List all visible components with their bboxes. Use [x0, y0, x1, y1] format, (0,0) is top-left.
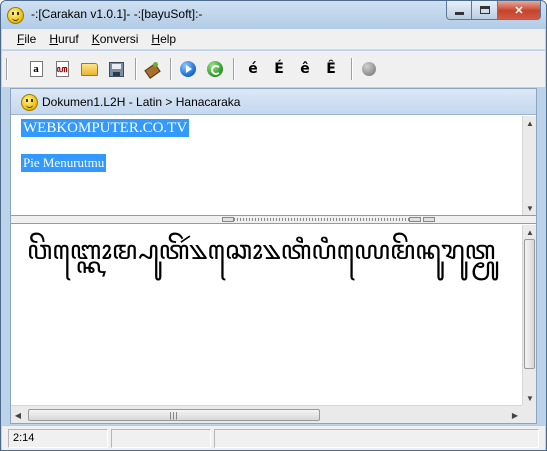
close-icon: ✕ — [514, 4, 524, 17]
smiley-document-icon — [21, 94, 38, 111]
insert-e-acute-button[interactable]: é — [244, 60, 262, 78]
menu-bar: File Huruf Konversi Help — [2, 29, 545, 50]
smiley-app-icon[interactable] — [7, 7, 24, 24]
splitter-up-arrow-icon[interactable] — [409, 217, 421, 222]
document-title: Dokumen1.L2H - Latin > Hanacaraka — [42, 95, 241, 109]
toolbar-grip[interactable] — [6, 58, 8, 80]
latin-input-pane[interactable]: WEBKOMPUTER.CO.TV Pie Menurutmu — [11, 116, 522, 215]
convert-button[interactable] — [179, 60, 197, 78]
insert-e-circumflex-button[interactable]: ê — [296, 60, 314, 78]
scroll-corner — [522, 405, 536, 423]
vertical-scroll-thumb[interactable] — [524, 239, 535, 369]
splitter-down-arrow-icon[interactable] — [423, 217, 435, 222]
title-bar[interactable]: -:[Carakan v1.0.1]- -:[bayuSoft]:- ✕ — [1, 1, 546, 29]
splitter-grip — [231, 218, 431, 221]
stop-button[interactable] — [360, 60, 378, 78]
scroll-up-icon[interactable]: ▲ — [523, 116, 537, 130]
status-cursor-position: 2:14 — [8, 429, 108, 448]
toolbar-separator — [170, 58, 172, 80]
new-javanese-document-button[interactable]: ꦲ — [53, 60, 71, 78]
toolbar-separator — [233, 58, 235, 80]
save-disk-icon — [108, 61, 124, 77]
latin-line-1: WEBKOMPUTER.CO.TV — [21, 119, 190, 137]
menu-konversi[interactable]: Konversi — [86, 32, 146, 46]
insert-E-circumflex-button[interactable]: Ê — [322, 60, 340, 78]
minimize-icon — [454, 11, 464, 15]
splitter-up-arrow-icon[interactable] — [222, 217, 234, 222]
clear-button[interactable] — [143, 60, 161, 78]
save-button[interactable] — [107, 60, 125, 78]
scroll-up-icon[interactable]: ▲ — [523, 225, 537, 239]
toolbar: a ꦲ é É ê Ê — [2, 51, 545, 88]
javanese-script-text: ꦮꦼꦧ꧀ꦏꦺꦴꦩ꧀ꦥꦸꦠꦼꦂ꧉ꦕꦺꦴ꧉ꦠꦶꦥꦶꦪꦺꦩꦼꦤꦸꦫꦸꦠ꧀ꦩꦸ — [27, 236, 496, 266]
convert-play-icon — [180, 61, 196, 77]
open-folder-icon — [80, 62, 98, 76]
new-latin-document-icon: a — [29, 61, 43, 77]
status-panel-2 — [111, 429, 211, 448]
refresh-button[interactable] — [206, 60, 224, 78]
maximize-icon — [479, 6, 490, 14]
document-header: Dokumen1.L2H - Latin > Hanacaraka — [11, 89, 536, 115]
maximize-button[interactable] — [472, 1, 498, 20]
javanese-output-pane[interactable]: ꦮꦼꦧ꧀ꦏꦺꦴꦩ꧀ꦥꦸꦠꦼꦂ꧉ꦕꦺꦴ꧉ꦠꦶꦥꦶꦪꦺꦩꦼꦤꦸꦫꦸꦠ꧀ꦩꦸ — [11, 225, 522, 405]
scroll-right-icon[interactable]: ▶ — [508, 408, 522, 422]
minimize-button[interactable] — [446, 1, 472, 20]
status-bar: 2:14 — [2, 425, 545, 450]
menu-huruf[interactable]: Huruf — [43, 32, 85, 46]
app-window: -:[Carakan v1.0.1]- -:[bayuSoft]:- ✕ Fil… — [0, 0, 547, 451]
refresh-icon — [207, 61, 223, 77]
status-panel-3 — [214, 429, 539, 448]
new-javanese-document-icon: ꦲ — [55, 61, 69, 77]
horizontal-scrollbar[interactable]: ◀ ||| ▶ — [11, 405, 522, 423]
menu-file[interactable]: File — [11, 32, 43, 46]
new-latin-document-button[interactable]: a — [27, 60, 45, 78]
horizontal-scroll-thumb[interactable]: ||| — [28, 409, 320, 421]
close-button[interactable]: ✕ — [498, 1, 541, 20]
toolbar-separator — [135, 58, 137, 80]
window-controls: ✕ — [446, 1, 541, 21]
document-window: Dokumen1.L2H - Latin > Hanacaraka WEBKOM… — [10, 88, 537, 424]
toolbar-separator — [351, 58, 353, 80]
window-title: -:[Carakan v1.0.1]- -:[bayuSoft]:- — [31, 7, 203, 21]
pane-splitter[interactable] — [11, 215, 536, 224]
clear-brush-icon — [144, 61, 160, 77]
latin-pane-scrollbar[interactable]: ▲ ▼ — [522, 116, 536, 215]
open-button[interactable] — [80, 60, 98, 78]
menu-help[interactable]: Help — [145, 32, 183, 46]
insert-E-acute-button[interactable]: É — [270, 60, 288, 78]
scroll-left-icon[interactable]: ◀ — [11, 408, 25, 422]
scroll-down-icon[interactable]: ▼ — [523, 391, 537, 405]
scroll-down-icon[interactable]: ▼ — [523, 201, 537, 215]
javanese-pane-scrollbar[interactable]: ▲ ▼ — [522, 225, 536, 405]
latin-line-2: Pie Menurutmu — [21, 154, 107, 172]
stop-icon — [362, 62, 376, 76]
